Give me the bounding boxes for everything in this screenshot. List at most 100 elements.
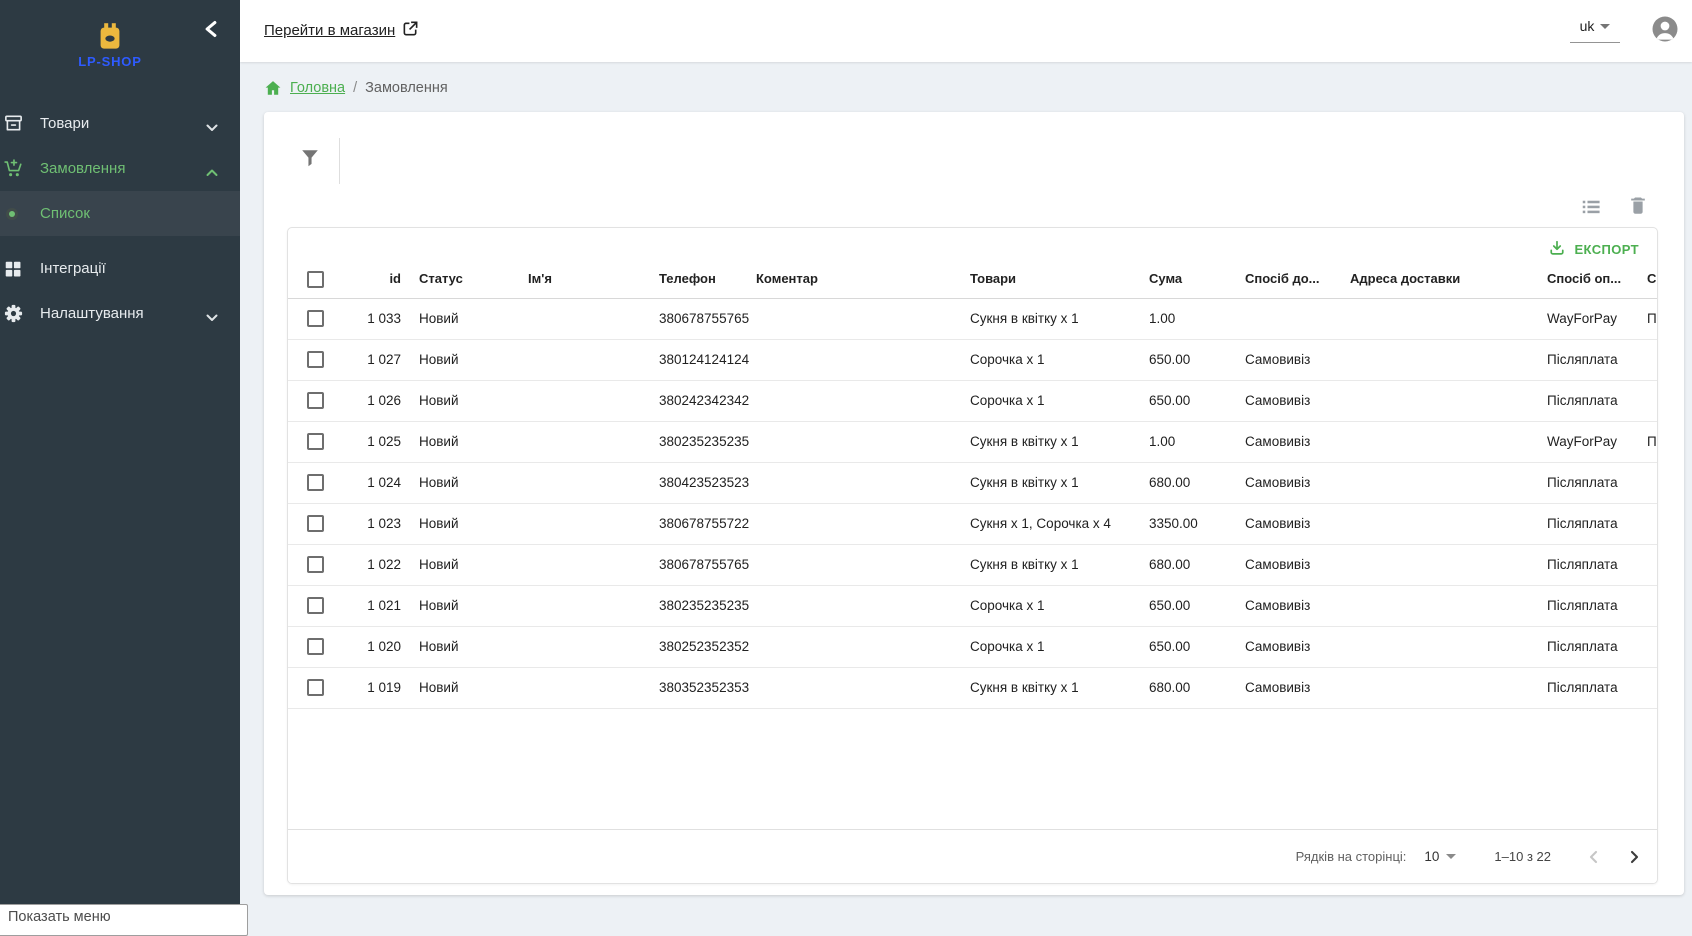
column-header-phone[interactable]: Телефон [659,264,716,294]
cell-phone: 380678755722 [659,504,749,544]
cell-paystatus: Пі [1647,422,1658,462]
account-avatar-icon[interactable] [1650,14,1680,44]
export-button[interactable]: ЕКСПОРТ [1542,235,1645,264]
table-row[interactable]: 1 025 Новий 380235235235 Сукня в квітку … [288,422,1657,463]
show-menu-tooltip: Показать меню [0,904,248,936]
cell-id: 1 025 [328,422,401,462]
go-to-shop-label: Перейти в магазин [264,22,395,39]
next-page-icon[interactable] [1621,844,1647,870]
cell-id: 1 023 [328,504,401,544]
cell-id: 1 033 [328,299,401,339]
table-row[interactable]: 1 027 Новий 380124124124 Сорочка x 1 650… [288,340,1657,381]
sidebar-item-orders[interactable]: Замовлення [0,146,240,191]
sidebar-item-settings[interactable]: Налаштування [0,291,240,336]
table-row[interactable]: 1 033 Новий 380678755765 Сукня в квітку … [288,299,1657,340]
rows-per-page-select[interactable]: 10 [1424,849,1456,864]
row-checkbox[interactable] [307,392,324,409]
row-checkbox[interactable] [307,556,324,573]
cell-sum: 1.00 [1149,422,1175,462]
cell-products: Сорочка x 1 [970,381,1044,421]
cell-delivery: Самовивіз [1245,381,1310,421]
go-to-shop-link[interactable]: Перейти в магазин [264,20,419,41]
sidebar-item-label: Налаштування [40,305,144,322]
column-header-paystatus[interactable]: С [1647,264,1658,294]
cell-id: 1 020 [328,627,401,667]
table-row[interactable]: 1 023 Новий 380678755722 Сукня x 1, Соро… [288,504,1657,545]
pagination-bar: Рядків на сторінці: 10 1–10 з 22 [288,829,1657,883]
collapse-sidebar-icon[interactable] [202,20,220,38]
column-list-icon[interactable] [1580,196,1602,218]
breadcrumb-separator: / [353,80,357,96]
cell-phone: 380678755765 [659,299,749,339]
table-row[interactable]: 1 019 Новий 380352352353 Сукня в квітку … [288,668,1657,709]
row-checkbox[interactable] [307,597,324,614]
export-label: ЕКСПОРТ [1574,242,1639,257]
table-row[interactable]: 1 021 Новий 380235235235 Сорочка x 1 650… [288,586,1657,627]
topbar: Перейти в магазин uk [240,0,1692,62]
cell-status: Новий [419,504,459,544]
column-header-name[interactable]: Ім'я [528,264,552,294]
column-header-id[interactable]: id [328,264,401,294]
cell-status: Новий [419,627,459,667]
select-caret-icon [1600,24,1610,29]
row-checkbox[interactable] [307,679,324,696]
column-header-sum[interactable]: Сума [1149,264,1182,294]
row-checkbox[interactable] [307,474,324,491]
sidebar-item-label: Замовлення [40,160,125,177]
column-header-payment[interactable]: Спосіб оп... [1547,264,1621,294]
cell-delivery: Самовивіз [1245,545,1310,585]
cell-payment: Післяплата [1547,668,1618,708]
add-shopping-cart-icon [2,158,24,180]
cell-id: 1 026 [328,381,401,421]
filter-funnel-icon[interactable] [300,148,324,172]
sidebar: LP-SHOP Товари [0,0,240,922]
datagrid-toolbar: ЕКСПОРТ [288,228,1657,264]
box-icon [2,113,24,135]
column-header-address[interactable]: Адреса доставки [1350,264,1460,294]
table-row[interactable]: 1 020 Новий 380252352352 Сорочка x 1 650… [288,627,1657,668]
select-all-checkbox[interactable] [307,271,324,288]
cell-phone: 380252352352 [659,627,749,667]
breadcrumb: Головна / Замовлення [264,79,448,97]
table-row[interactable]: 1 024 Новий 380423523523 Сукня в квітку … [288,463,1657,504]
row-checkbox[interactable] [307,638,324,655]
cell-products: Сорочка x 1 [970,627,1044,667]
cell-sum: 680.00 [1149,668,1190,708]
column-header-products[interactable]: Товари [970,264,1016,294]
select-caret-icon [1446,854,1456,859]
row-checkbox[interactable] [307,515,324,532]
pagination-range: 1–10 з 22 [1494,849,1551,864]
cell-delivery: Самовивіз [1245,463,1310,503]
cell-status: Новий [419,668,459,708]
column-header-delivery[interactable]: Спосіб до... [1245,264,1320,294]
row-checkbox[interactable] [307,310,324,327]
table-row[interactable]: 1 022 Новий 380678755765 Сукня в квітку … [288,545,1657,586]
language-select[interactable]: uk [1570,18,1620,43]
breadcrumb-current: Замовлення [365,80,448,96]
trash-icon[interactable] [1627,194,1649,216]
cell-sum: 680.00 [1149,463,1190,503]
column-header-comment[interactable]: Коментар [756,264,818,294]
sidebar-item-orders-list[interactable]: Список [0,191,240,236]
cell-status: Новий [419,422,459,462]
row-checkbox[interactable] [307,351,324,368]
cell-delivery: Самовивіз [1245,504,1310,544]
cell-id: 1 022 [328,545,401,585]
cell-status: Новий [419,586,459,626]
breadcrumb-home-link[interactable]: Головна [290,80,345,96]
table-row[interactable]: 1 026 Новий 380242342342 Сорочка x 1 650… [288,381,1657,422]
cell-payment: Післяплата [1547,545,1618,585]
sidebar-item-products[interactable]: Товари [0,101,240,146]
cell-id: 1 027 [328,340,401,380]
cell-sum: 680.00 [1149,545,1190,585]
cell-delivery: Самовивіз [1245,668,1310,708]
column-header-status[interactable]: Статус [419,264,463,294]
cell-delivery: Самовивіз [1245,627,1310,667]
cell-phone: 380124124124 [659,340,749,380]
cell-delivery: Самовивіз [1245,340,1310,380]
sidebar-item-integrations[interactable]: Інтеграції [0,246,240,291]
row-checkbox[interactable] [307,433,324,450]
table-body: 1 033 Новий 380678755765 Сукня в квітку … [288,299,1657,709]
cell-sum: 650.00 [1149,340,1190,380]
cell-id: 1 024 [328,463,401,503]
